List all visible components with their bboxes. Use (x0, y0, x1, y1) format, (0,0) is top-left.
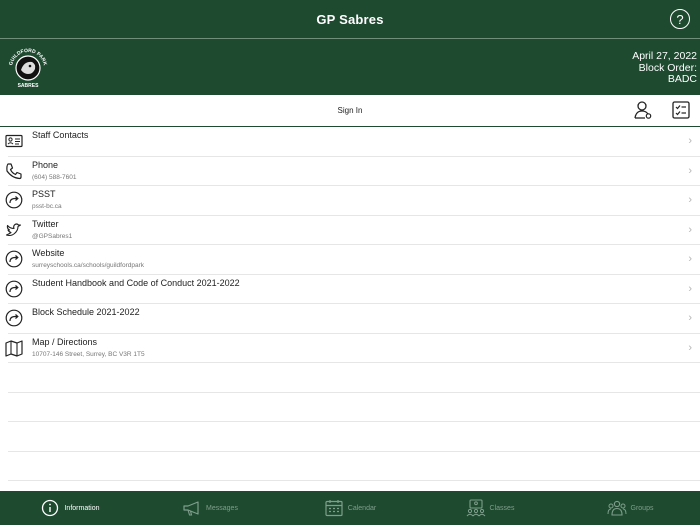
item-title: Staff Contacts (32, 130, 89, 140)
chevron-right-icon: › (688, 223, 692, 236)
phone-icon (6, 162, 22, 179)
item-subtitle: surreyschools.ca/schools/guildfordpark (32, 262, 144, 269)
twitter-icon (5, 222, 22, 236)
tab-groups[interactable]: Groups (560, 491, 700, 525)
tab-label: Groups (630, 504, 654, 512)
school-banner: GUILDFORD PARK SABRES April 27, 2022 Blo… (0, 39, 700, 95)
chevron-right-icon: › (688, 282, 692, 295)
empty-row (8, 393, 700, 422)
list-item-phone[interactable]: Phone (604) 588-7601 › (6, 157, 700, 186)
list-item-map-directions[interactable]: Map / Directions 10707-146 Street, Surre… (5, 334, 700, 363)
megaphone-icon (183, 501, 199, 516)
classes-icon (466, 499, 485, 517)
tab-label: Information (64, 504, 100, 512)
list-item-student-handbook[interactable]: Student Handbook and Code of Conduct 202… (5, 275, 700, 304)
redirect-icon (5, 309, 23, 327)
item-title: Twitter (32, 218, 59, 229)
bottom-tab-bar: Information Messages Calendar Classes Gr… (0, 491, 700, 525)
item-subtitle: @GPSabres1 (32, 232, 73, 240)
info-icon (42, 499, 59, 517)
question-mark-icon: ? (676, 11, 684, 27)
item-subtitle: 10707-146 Street, Surrey, BC V3R 1T5 (32, 350, 145, 358)
chevron-right-icon: › (688, 253, 692, 265)
tab-label: Calendar (347, 504, 377, 512)
tab-calendar[interactable]: Calendar (280, 491, 420, 525)
help-button[interactable]: ? (670, 9, 690, 29)
item-title: Block Schedule 2021-2022 (32, 307, 140, 317)
item-subtitle: psst-bc.ca (32, 203, 62, 210)
app-title: GP Sabres (316, 11, 384, 27)
item-title: Website (32, 248, 65, 258)
sign-in-link[interactable]: Sign In (0, 106, 700, 115)
chevron-right-icon: › (688, 164, 692, 177)
current-date: April 27, 2022 (632, 50, 697, 62)
empty-row (8, 363, 700, 393)
top-bar: GP Sabres ? (0, 0, 700, 39)
list-item-block-schedule[interactable]: Block Schedule 2021-2022 › (5, 304, 700, 334)
groups-icon (607, 500, 627, 516)
chevron-right-icon: › (688, 194, 692, 206)
item-title: PSST (32, 189, 56, 199)
tab-classes[interactable]: Classes (420, 491, 560, 525)
redirect-icon (5, 250, 23, 268)
chevron-right-icon: › (688, 312, 692, 324)
user-settings-icon[interactable] (633, 100, 653, 120)
calendar-icon (325, 500, 343, 517)
school-logo: GUILDFORD PARK SABRES (8, 48, 48, 89)
tab-messages[interactable]: Messages (140, 491, 280, 525)
list-item-psst[interactable]: PSST psst-bc.ca › (5, 186, 700, 216)
tab-information[interactable]: Information (0, 491, 140, 525)
chevron-right-icon: › (688, 341, 692, 354)
redirect-icon (5, 191, 23, 209)
item-title: Phone (32, 159, 59, 170)
list-item-staff-contacts[interactable]: Staff Contacts › (5, 127, 700, 157)
list-item-website[interactable]: Website surreyschools.ca/schools/guildfo… (5, 245, 700, 275)
banner-info: April 27, 2022 Block Order: BADC (632, 50, 697, 86)
information-list: Staff Contacts › Phone (604) 588-7601 › … (0, 127, 700, 481)
chevron-right-icon: › (688, 135, 692, 147)
checklist-icon[interactable] (671, 100, 691, 120)
list-item-twitter[interactable]: Twitter @GPSabres1 › (5, 216, 700, 245)
block-order-value: BADC (667, 73, 697, 85)
empty-row (8, 422, 700, 452)
item-title: Map / Directions (32, 336, 98, 347)
toolbar: Sign In (0, 95, 700, 127)
item-subtitle: (604) 588-7601 (32, 173, 77, 181)
logo-bottom-text: SABRES (18, 83, 40, 89)
tab-label: Messages (206, 504, 238, 512)
empty-row (8, 452, 700, 481)
redirect-icon (5, 280, 23, 297)
contact-card-icon (5, 134, 23, 148)
tab-label: Classes (489, 504, 515, 512)
item-title: Student Handbook and Code of Conduct 202… (32, 277, 240, 288)
map-icon (5, 339, 23, 357)
